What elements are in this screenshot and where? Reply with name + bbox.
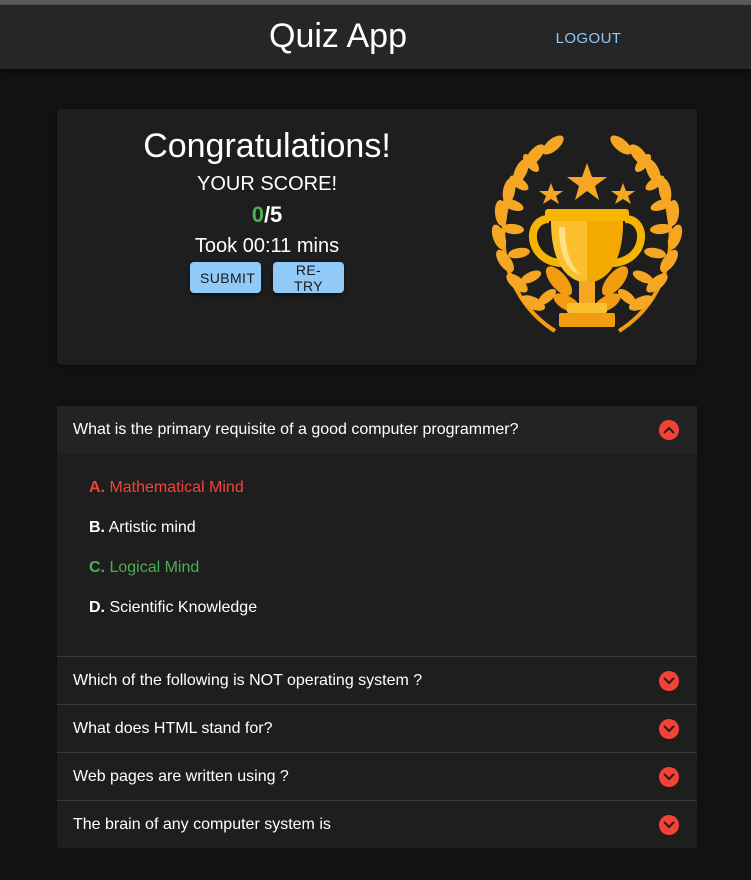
option-text: Scientific Knowledge: [109, 599, 258, 616]
question-header[interactable]: What does HTML stand for?: [57, 705, 697, 752]
chevron-down-icon[interactable]: [659, 766, 679, 787]
question-header[interactable]: Web pages are written using ?: [57, 753, 697, 800]
app-bar: Quiz App LOGOUT: [0, 5, 751, 69]
question-item: What is the primary requisite of a good …: [57, 406, 697, 657]
questions-accordion: What is the primary requisite of a good …: [57, 406, 697, 848]
chevron-down-icon[interactable]: [659, 670, 679, 691]
option-text: Artistic mind: [108, 519, 196, 536]
question-options: A. Mathematical Mind B. Artistic mind C.…: [57, 454, 697, 656]
time-taken: Took 00:11 mins: [194, 235, 340, 257]
score-correct-count: 0: [251, 202, 264, 227]
submit-button[interactable]: SUBMIT: [190, 262, 261, 293]
result-info: Congratulations! YOUR SCORE! 0/5 Took 00…: [117, 126, 417, 294]
option-b: B. Artistic mind: [89, 512, 697, 552]
option-letter: D.: [89, 599, 105, 616]
option-a: A. Mathematical Mind: [89, 472, 697, 512]
logout-button[interactable]: LOGOUT: [545, 24, 632, 52]
chevron-up-icon[interactable]: [659, 420, 679, 440]
score-total: /5: [263, 202, 283, 227]
question-text: The brain of any computer system is: [73, 815, 331, 833]
congratulations-heading: Congratulations!: [143, 127, 391, 165]
question-text: What is the primary requisite of a good …: [73, 421, 519, 438]
chevron-down-icon[interactable]: [659, 718, 679, 739]
question-header[interactable]: The brain of any computer system is: [57, 801, 697, 848]
option-letter: A.: [89, 479, 105, 496]
question-header[interactable]: Which of the following is NOT operating …: [57, 657, 697, 704]
option-text: Logical Mind: [109, 559, 200, 576]
question-item: Which of the following is NOT operating …: [57, 657, 697, 705]
score-label: YOUR SCORE!: [196, 173, 338, 195]
option-text: Mathematical Mind: [109, 479, 244, 496]
option-c: C. Logical Mind: [89, 552, 697, 592]
option-letter: C.: [89, 559, 105, 576]
score-value: 0/5: [117, 202, 417, 228]
question-text: What does HTML stand for?: [73, 719, 273, 737]
question-header[interactable]: What is the primary requisite of a good …: [57, 406, 697, 454]
question-text: Web pages are written using ?: [73, 767, 289, 785]
question-item: Web pages are written using ?: [57, 753, 697, 801]
retry-button[interactable]: RE-TRY: [273, 262, 344, 294]
question-item: What does HTML stand for?: [57, 705, 697, 753]
result-actions: SUBMIT RE-TRY: [117, 262, 417, 294]
result-card: Congratulations! YOUR SCORE! 0/5 Took 00…: [57, 109, 697, 365]
option-d: D. Scientific Knowledge: [89, 592, 697, 632]
question-item: The brain of any computer system is: [57, 801, 697, 848]
option-letter: B.: [89, 519, 105, 536]
question-text: Which of the following is NOT operating …: [73, 671, 423, 689]
trophy-icon: [491, 135, 683, 333]
chevron-down-icon[interactable]: [659, 814, 679, 835]
